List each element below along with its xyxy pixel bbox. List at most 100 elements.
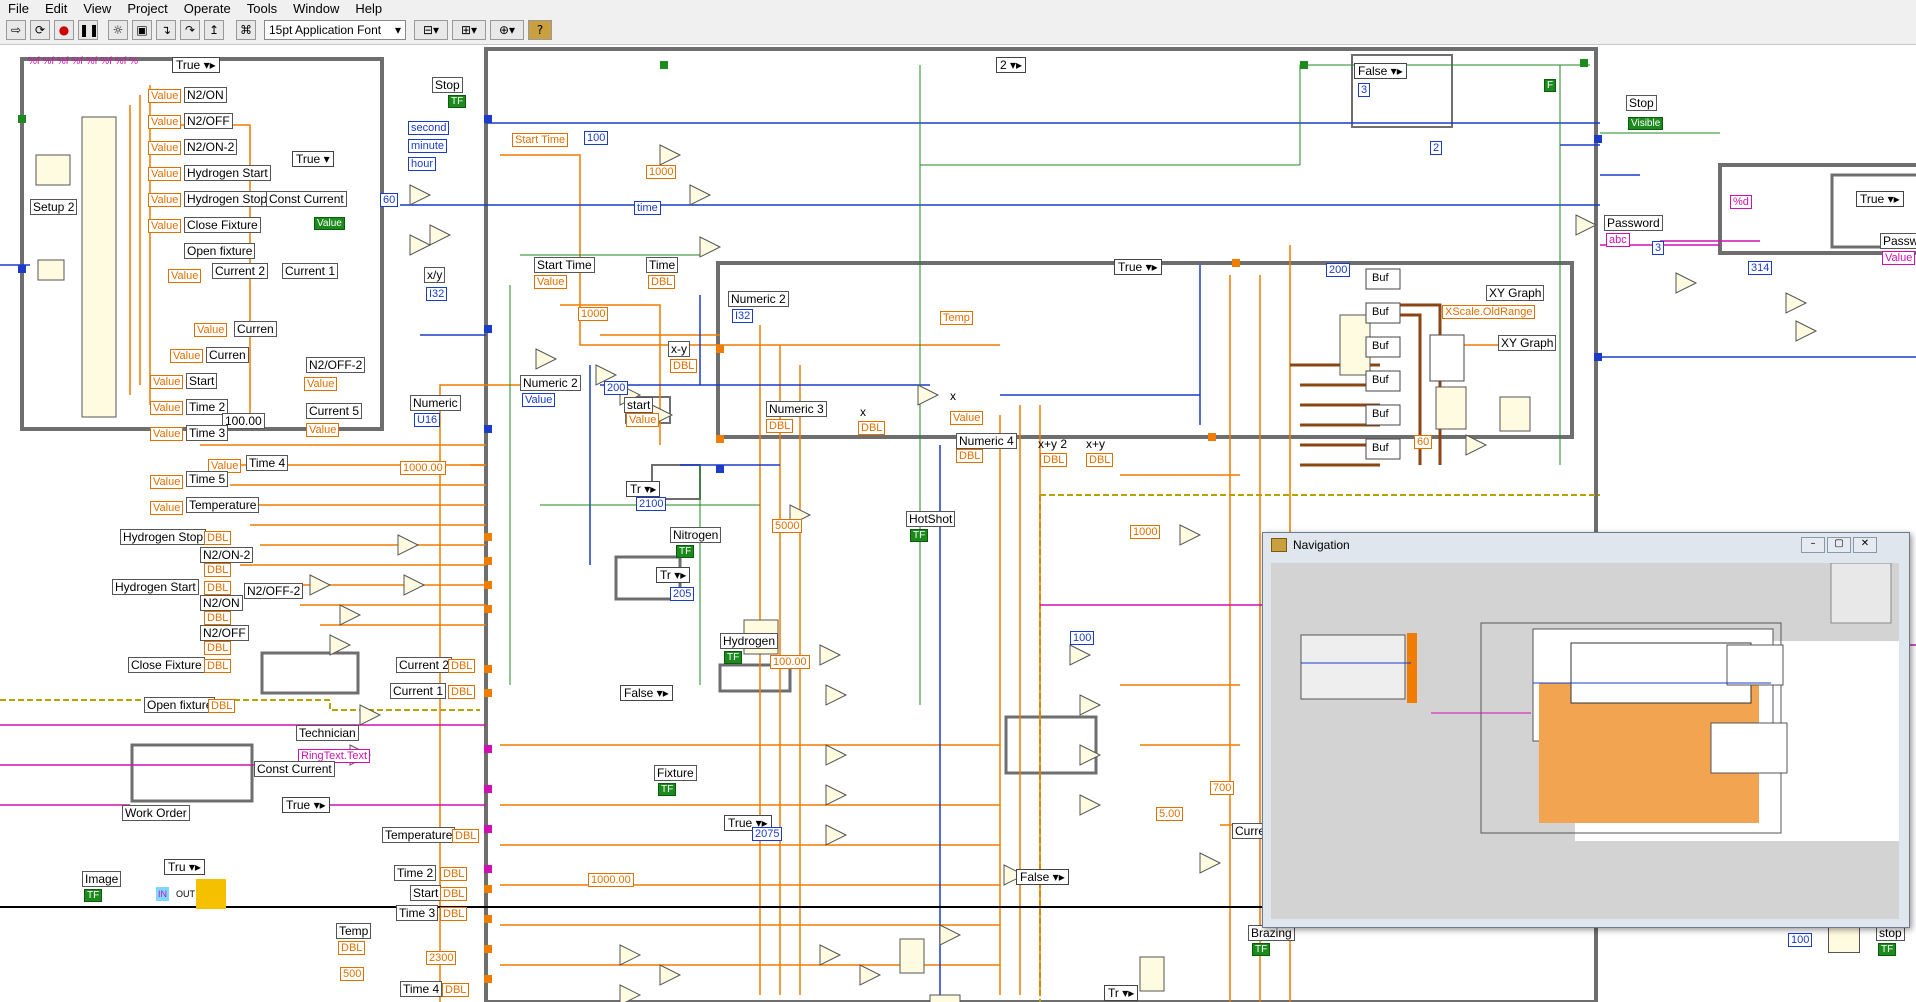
menu-help[interactable]: Help (347, 1, 390, 16)
constant-100: 100 (1788, 933, 1813, 947)
dbl-terminal: DBL (670, 359, 698, 373)
technician-control[interactable]: Technician (296, 725, 359, 741)
start-terminal: Start (410, 885, 442, 901)
context-help-icon[interactable]: ? (528, 20, 552, 40)
case-selector-tr[interactable]: Tr ▾▸ (626, 481, 661, 497)
numeric-control[interactable]: Numeric (410, 395, 461, 411)
dbl-terminal: DBL (204, 659, 232, 673)
menu-tools[interactable]: Tools (239, 1, 285, 16)
x-minus-y-label: x-y (668, 341, 690, 357)
constant-500: 500 (340, 967, 365, 981)
work-order-control[interactable]: Work Order (122, 805, 190, 821)
reorder-icon[interactable]: ⊕▾ (490, 20, 524, 40)
dbl-terminal: DBL (448, 685, 476, 699)
case-selector-false-b[interactable]: False ▾▸ (620, 685, 673, 701)
menu-operate[interactable]: Operate (176, 1, 239, 16)
value-indicator: Value (150, 401, 184, 415)
menu-file[interactable]: File (0, 1, 37, 16)
dbl-terminal: DBL (858, 421, 886, 435)
i32-terminal: I32 (732, 309, 754, 323)
tf-terminal: TF (1878, 943, 1897, 956)
menu-edit[interactable]: Edit (37, 1, 75, 16)
n2-off-terminal: N2/OFF (200, 625, 249, 641)
constant-3: 3 (1652, 241, 1665, 255)
step-over-icon[interactable]: ↷ (180, 20, 200, 40)
menu-project[interactable]: Project (119, 1, 175, 16)
hour-enum: hour (408, 157, 437, 171)
menu-window[interactable]: Window (285, 1, 347, 16)
run-continuously-icon[interactable]: ⟳ (30, 20, 50, 40)
pause-icon[interactable]: ❚❚ (78, 20, 99, 40)
distribute-objects-icon[interactable]: ⊞▾ (452, 20, 486, 40)
current-2-label: Current 2 (212, 263, 269, 279)
block-diagram[interactable]: True ▾▸ %f %f %f %f %f %f %f % Value N2/… (0, 45, 1916, 1002)
maximize-icon[interactable]: ▢ (1827, 537, 1851, 553)
case-selector-true-left[interactable]: True ▾▸ (172, 57, 220, 73)
u16-terminal: U16 (414, 413, 441, 427)
case-selector-tru[interactable]: Tru ▾▸ (164, 859, 205, 875)
font-select[interactable]: 15pt Application Font (264, 20, 406, 40)
case-selector-tr-bottom[interactable]: Tr ▾▸ (1104, 985, 1139, 1001)
abort-icon[interactable]: ● (54, 20, 74, 40)
number-100-constant: 100.00 (222, 413, 265, 429)
buf-node: Buf (1372, 306, 1389, 318)
close-fixture-label: Close Fixture (184, 217, 261, 233)
n2-off-2-terminal: N2/OFF-2 (244, 583, 304, 599)
value-bool-indicator: Value (314, 217, 345, 230)
tf-terminal: TF (724, 651, 743, 664)
tf-terminal: TF (676, 545, 695, 558)
value-indicator: Value (304, 377, 338, 391)
navigation-overview[interactable] (1271, 563, 1899, 919)
hydrogen-start-label: Hydrogen Start (184, 165, 271, 181)
case-selector-true-right[interactable]: True ▾▸ (1856, 191, 1904, 207)
time-4-label: Time 4 (246, 455, 289, 471)
numeric-2-control[interactable]: Numeric 2 (520, 375, 581, 391)
dbl-terminal: DBL (648, 275, 676, 289)
navigation-titlebar[interactable]: Navigation – ▢ ✕ (1263, 533, 1909, 557)
current-5-label: Current 5 (306, 403, 363, 419)
dbl-terminal: DBL (452, 829, 480, 843)
constant-1000-00: 1000.00 (400, 461, 446, 475)
retain-wire-values-icon[interactable]: ▣ (132, 20, 152, 40)
navigation-window[interactable]: Navigation – ▢ ✕ (1262, 532, 1910, 928)
menu-view[interactable]: View (75, 1, 119, 16)
case-selector-false-c[interactable]: False ▾▸ (1016, 869, 1069, 885)
clean-up-icon[interactable]: ⌘ (236, 20, 256, 40)
current-2-terminal: Current 2 (396, 657, 453, 673)
case-selector-true-inner2[interactable]: True ▾▸ (1114, 259, 1162, 275)
case-selector-false[interactable]: False ▾▸ (1354, 63, 1407, 79)
fixture-control[interactable]: Fixture (654, 765, 697, 781)
time-local: time (634, 201, 661, 215)
hotshot-control[interactable]: HotShot (906, 511, 956, 527)
stop-control[interactable]: Stop (432, 77, 463, 93)
start-time-label: Start Time (534, 257, 595, 273)
minimize-icon[interactable]: – (1801, 537, 1825, 553)
out-terminal: OUT (176, 889, 195, 899)
case-selector-true-inner[interactable]: True ▾ (292, 151, 334, 167)
run-arrow-icon[interactable]: ⇨ (6, 20, 26, 40)
highlight-execution-icon[interactable]: ☼ (108, 20, 128, 40)
step-out-icon[interactable]: ↥ (204, 20, 224, 40)
tf-terminal: TF (658, 783, 677, 796)
constant-2075: 2075 (752, 827, 783, 841)
hydrogen-control[interactable]: Hydrogen (720, 633, 779, 649)
align-objects-icon[interactable]: ⊟▾ (414, 20, 448, 40)
close-icon[interactable]: ✕ (1853, 537, 1877, 553)
dbl-terminal: DBL (442, 983, 470, 997)
constant-100: 100 (584, 131, 609, 145)
value-indicator: Value (148, 167, 182, 181)
image-control[interactable]: Image (82, 871, 122, 887)
value-indicator: Value (150, 427, 184, 441)
value-indicator: Value (170, 349, 204, 363)
time-3-label: Time 3 (186, 425, 229, 441)
nitrogen-control[interactable]: Nitrogen (670, 527, 722, 543)
step-into-icon[interactable]: ↴ (156, 20, 176, 40)
image-block-icon (196, 879, 226, 909)
xy-graph-terminal: XY Graph (1498, 335, 1557, 351)
case-selector-2[interactable]: 2 ▾▸ (996, 57, 1027, 73)
case-selector-true-const[interactable]: True ▾▸ (282, 797, 330, 813)
x-label: x (860, 405, 866, 419)
case-selector-tr[interactable]: Tr ▾▸ (656, 567, 691, 583)
password-control[interactable]: Password (1604, 215, 1663, 231)
dbl-terminal: DBL (766, 419, 794, 433)
